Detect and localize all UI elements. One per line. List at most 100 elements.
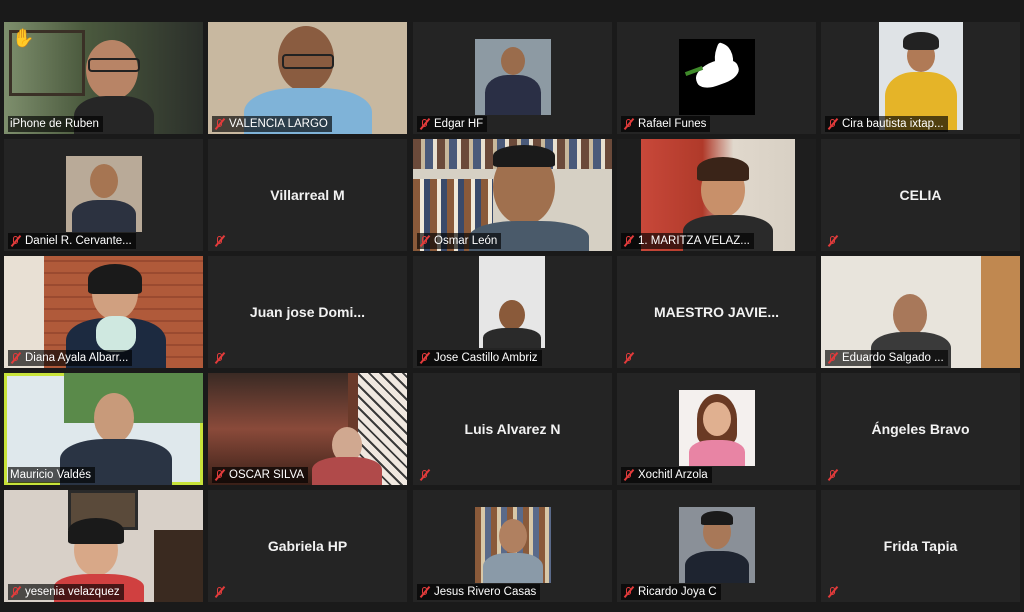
participant-tile-8[interactable]: 1. MARITZA VELÁZ... bbox=[617, 139, 816, 251]
participant-display-name: Gabriela HP bbox=[267, 538, 348, 554]
mic-muted-icon bbox=[623, 469, 635, 481]
participant-display-name: MAESTRO JAVIE... bbox=[654, 304, 779, 320]
participant-tile-17[interactable]: Luis Alvarez N bbox=[413, 373, 612, 485]
participant-name: Ricardo Joya C bbox=[638, 586, 717, 598]
participant-name: Rafael Funes bbox=[638, 118, 707, 130]
participant-tile-23[interactable]: Ricardo Joya C bbox=[617, 490, 816, 602]
mic-muted-icon bbox=[214, 586, 226, 598]
name-bar: Rafael Funes bbox=[621, 116, 711, 132]
glasses bbox=[282, 54, 334, 69]
mic-muted-icon bbox=[623, 235, 635, 247]
participant-tile-24[interactable]: Frida Tapia bbox=[821, 490, 1020, 602]
participant-tile-10[interactable]: Diana Ayala Albarr... bbox=[4, 256, 203, 368]
name-bar: yesenia velazquez bbox=[8, 584, 124, 600]
mic-muted-icon bbox=[214, 352, 226, 364]
participant-tile-19[interactable]: Ángeles Bravo bbox=[821, 373, 1020, 485]
participant-tile-5[interactable]: Daniel R. Cervante... bbox=[4, 139, 203, 251]
mic-muted-icon bbox=[419, 586, 431, 598]
name-bar: Xochitl Arzola bbox=[621, 467, 712, 483]
participant-tile-3[interactable]: Rafael Funes bbox=[617, 22, 816, 134]
profile-photo bbox=[879, 22, 963, 130]
participant-tile-16[interactable]: OSCAR SILVA bbox=[208, 373, 407, 485]
door bbox=[981, 256, 1020, 368]
participant-tile-14[interactable]: Eduardo Salgado ... bbox=[821, 256, 1020, 368]
participant-tile-7[interactable]: Osmar León bbox=[413, 139, 612, 251]
participant-name: yesenia velazquez bbox=[25, 586, 120, 598]
name-bar: Mauricio Valdés bbox=[8, 467, 95, 483]
mic-muted-icon bbox=[623, 586, 635, 598]
profile-photo bbox=[66, 156, 142, 232]
glasses bbox=[88, 58, 140, 72]
participant-tile-15[interactable]: Mauricio Valdés bbox=[4, 373, 203, 485]
participant-tile-12[interactable]: Jose Castillo Ambriz bbox=[413, 256, 612, 368]
mic-muted-icon bbox=[214, 469, 226, 481]
participant-tile-20[interactable]: yesenia velazquez bbox=[4, 490, 203, 602]
name-bar: Daniel R. Cervante... bbox=[8, 233, 136, 249]
name-bar: Diana Ayala Albarr... bbox=[8, 350, 133, 366]
video-grid: ✋ iPhone de Ruben VALENCIA LARGO Edgar H… bbox=[0, 0, 1024, 612]
participant-name: VALENCIA LARGO bbox=[229, 118, 328, 130]
name-bar: OSCAR SILVA bbox=[212, 467, 308, 483]
participant-display-name: CELIA bbox=[899, 187, 942, 203]
mic-muted-icon bbox=[623, 352, 635, 364]
mic-muted-icon bbox=[10, 586, 22, 598]
mic-muted-icon bbox=[419, 352, 431, 364]
participant-name: Eduardo Salgado ... bbox=[842, 352, 944, 364]
name-bar: 1. MARITZA VELÁZ... bbox=[621, 233, 754, 249]
participant-tile-2[interactable]: Edgar HF bbox=[413, 22, 612, 134]
profile-photo-dove bbox=[679, 39, 755, 115]
participant-face bbox=[94, 393, 134, 443]
participant-tile-18[interactable]: Xochitl Arzola bbox=[617, 373, 816, 485]
raised-hand-icon: ✋ bbox=[12, 28, 35, 48]
profile-photo bbox=[475, 507, 551, 583]
participant-tile-0[interactable]: ✋ iPhone de Ruben bbox=[4, 22, 203, 134]
name-bar: Jose Castillo Ambriz bbox=[417, 350, 542, 366]
mic-muted-icon bbox=[419, 469, 431, 481]
participant-name: Osmar León bbox=[434, 235, 498, 247]
mic-muted-icon bbox=[10, 352, 22, 364]
name-bar: VALENCIA LARGO bbox=[212, 116, 332, 132]
mic-muted-icon bbox=[827, 118, 839, 130]
participant-face bbox=[893, 294, 927, 336]
name-bar: Eduardo Salgado ... bbox=[825, 350, 948, 366]
participant-name: Cira bautista ixtap... bbox=[842, 118, 944, 130]
mic-muted-icon bbox=[419, 118, 431, 130]
mic-muted-icon bbox=[827, 235, 839, 247]
mic-muted-icon bbox=[419, 235, 431, 247]
hair bbox=[493, 145, 555, 167]
participant-tile-4[interactable]: Cira bautista ixtap... bbox=[821, 22, 1020, 134]
participant-display-name: Villarreal M bbox=[270, 187, 345, 203]
participant-tile-22[interactable]: Jesus Rivero Casas bbox=[413, 490, 612, 602]
name-bar: Osmar León bbox=[417, 233, 502, 249]
participant-tile-9[interactable]: CELIA bbox=[821, 139, 1020, 251]
name-bar: Jesus Rivero Casas bbox=[417, 584, 541, 600]
profile-photo bbox=[679, 390, 755, 466]
participant-display-name: Luis Alvarez N bbox=[464, 421, 561, 437]
participant-name: Jose Castillo Ambriz bbox=[434, 352, 538, 364]
furniture bbox=[154, 530, 203, 602]
mic-muted-icon bbox=[827, 586, 839, 598]
participant-tile-13[interactable]: MAESTRO JAVIE... bbox=[617, 256, 816, 368]
mic-muted-icon bbox=[214, 118, 226, 130]
profile-photo bbox=[475, 39, 551, 115]
participant-name: Diana Ayala Albarr... bbox=[25, 352, 129, 364]
name-bar: iPhone de Ruben bbox=[8, 116, 103, 132]
participant-name: Daniel R. Cervante... bbox=[25, 235, 132, 247]
hair bbox=[68, 518, 124, 544]
participant-display-name: Ángeles Bravo bbox=[871, 421, 970, 437]
participant-tile-6[interactable]: Villarreal M bbox=[208, 139, 407, 251]
profile-photo bbox=[679, 507, 755, 583]
hair bbox=[88, 264, 142, 294]
scarf bbox=[96, 316, 136, 352]
participant-tile-1[interactable]: VALENCIA LARGO bbox=[208, 22, 407, 134]
participant-name: iPhone de Ruben bbox=[10, 118, 99, 130]
participant-display-name: Frida Tapia bbox=[883, 538, 958, 554]
mic-muted-icon bbox=[214, 235, 226, 247]
name-bar: Cira bautista ixtap... bbox=[825, 116, 948, 132]
participant-name: Edgar HF bbox=[434, 118, 484, 130]
participant-name: OSCAR SILVA bbox=[229, 469, 304, 481]
mic-muted-icon bbox=[827, 469, 839, 481]
participant-tile-11[interactable]: Juan jose Domi... bbox=[208, 256, 407, 368]
mic-muted-icon bbox=[10, 235, 22, 247]
participant-tile-21[interactable]: Gabriela HP bbox=[208, 490, 407, 602]
